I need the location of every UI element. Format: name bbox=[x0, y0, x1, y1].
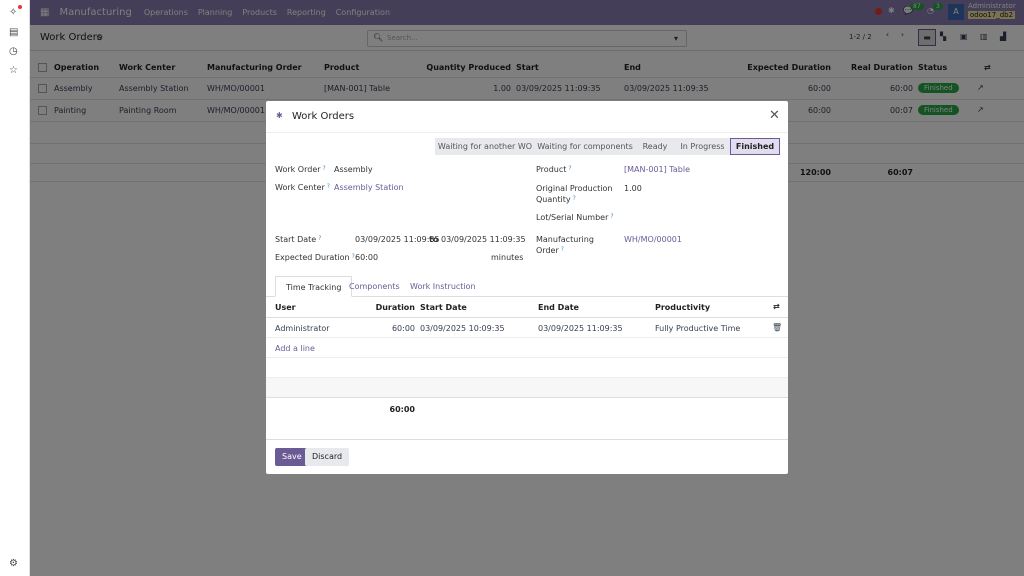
cell-duration: 60:00 bbox=[392, 324, 415, 333]
gear-icon[interactable]: ⚙ bbox=[9, 558, 18, 569]
mo-label-2: Order? bbox=[536, 246, 564, 255]
product-link[interactable]: [MAN-001] Table bbox=[624, 165, 690, 174]
col-duration[interactable]: Duration bbox=[376, 303, 415, 312]
expected-duration-label: Expected Duration? bbox=[275, 253, 355, 262]
cell-user: Administrator bbox=[275, 324, 330, 333]
work-center-link[interactable]: Assembly Station bbox=[334, 183, 404, 192]
stage-finished[interactable]: Finished bbox=[730, 138, 780, 155]
tab-work-instruction[interactable]: Work Instruction bbox=[400, 276, 486, 297]
app-sidebar: ✧ ▤ ◷ ☆ ⚙ bbox=[0, 0, 30, 576]
orig-qty-label-2: Quantity? bbox=[536, 195, 576, 204]
lot-label: Lot/Serial Number? bbox=[536, 213, 614, 222]
save-button[interactable]: Save bbox=[275, 448, 309, 466]
total-duration: 60:00 bbox=[390, 405, 415, 414]
optional-columns-icon[interactable]: ⇄ bbox=[773, 302, 780, 311]
mo-link[interactable]: WH/MO/00001 bbox=[624, 235, 682, 244]
work-order-value[interactable]: Assembly bbox=[334, 165, 373, 174]
stage-in-progress[interactable]: In Progress bbox=[675, 138, 730, 155]
work-order-dialog: ✱ Work Orders ✕ Waiting for another WO W… bbox=[266, 101, 788, 474]
empty-row bbox=[266, 378, 788, 398]
stage-waiting-components[interactable]: Waiting for components bbox=[535, 138, 635, 155]
cell-productivity: Fully Productive Time bbox=[655, 324, 740, 333]
discard-button[interactable]: Discard bbox=[305, 448, 349, 466]
work-center-label: Work Center? bbox=[275, 183, 330, 192]
col-start-date[interactable]: Start Date bbox=[420, 303, 467, 312]
to-label: to bbox=[429, 235, 438, 244]
time-table-header: User Duration Start Date End Date Produc… bbox=[266, 297, 788, 318]
cell-end-date: 03/09/2025 11:09:35 bbox=[538, 324, 623, 333]
time-table-footer: 60:00 bbox=[266, 398, 788, 440]
trash-icon[interactable]: 🗑︎ bbox=[772, 323, 782, 332]
col-user[interactable]: User bbox=[275, 303, 296, 312]
empty-row bbox=[266, 358, 788, 378]
sparkle-icon[interactable]: ✧ bbox=[9, 7, 17, 18]
notebook-tabs: Time Tracking Components Work Instructio… bbox=[266, 276, 788, 297]
document-icon[interactable]: ▤ bbox=[9, 27, 18, 38]
notification-dot bbox=[18, 5, 22, 9]
star-icon[interactable]: ☆ bbox=[9, 65, 18, 76]
clock-icon[interactable]: ◷ bbox=[9, 46, 18, 57]
col-end-date[interactable]: End Date bbox=[538, 303, 579, 312]
bug-icon: ✱ bbox=[276, 111, 283, 120]
status-bar: Waiting for another WO Waiting for compo… bbox=[435, 138, 780, 155]
expected-duration-value[interactable]: 60:00 bbox=[355, 253, 378, 262]
start-date-value[interactable]: 03/09/2025 11:09:35 bbox=[355, 235, 440, 244]
orig-qty-label: Original Production bbox=[536, 184, 612, 193]
minutes-label: minutes bbox=[491, 253, 523, 262]
mo-label: Manufacturing bbox=[536, 235, 594, 244]
start-date-label: Start Date? bbox=[275, 235, 321, 244]
orig-qty-value[interactable]: 1.00 bbox=[624, 184, 642, 193]
add-line-link[interactable]: Add a line bbox=[275, 344, 315, 353]
work-order-label: Work Order? bbox=[275, 165, 326, 174]
table-row[interactable]: Administrator 60:00 03/09/2025 10:09:35 … bbox=[266, 318, 788, 338]
cell-start-date: 03/09/2025 10:09:35 bbox=[420, 324, 505, 333]
stage-ready[interactable]: Ready bbox=[635, 138, 675, 155]
close-icon[interactable]: ✕ bbox=[769, 108, 780, 123]
stage-waiting-wo[interactable]: Waiting for another WO bbox=[435, 138, 535, 155]
add-line-row: Add a line bbox=[266, 338, 788, 358]
dialog-header: ✱ Work Orders ✕ bbox=[266, 101, 788, 133]
dialog-title: Work Orders bbox=[292, 111, 354, 122]
end-date-value[interactable]: 03/09/2025 11:09:35 bbox=[441, 235, 526, 244]
product-label: Product? bbox=[536, 165, 572, 174]
col-productivity[interactable]: Productivity bbox=[655, 303, 710, 312]
